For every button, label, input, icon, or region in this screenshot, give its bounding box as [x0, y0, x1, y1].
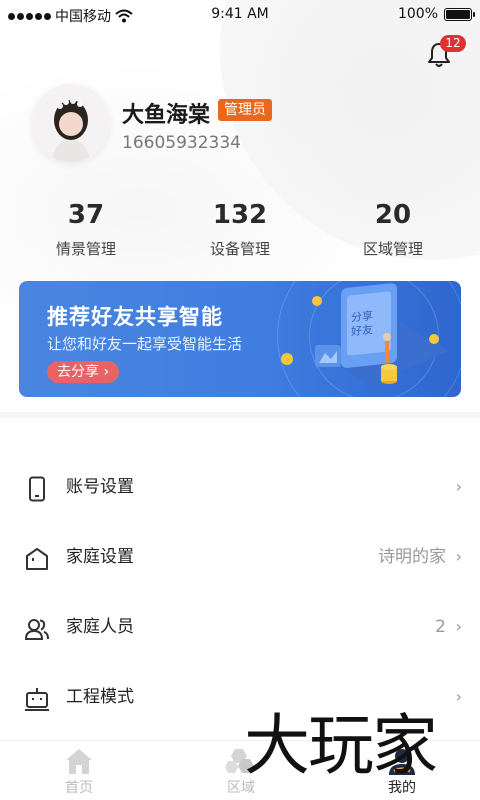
menu-item-home-settings[interactable]: 家庭设置 诗明的家 › — [0, 522, 480, 592]
phone-icon — [29, 476, 45, 502]
role-badge: 管理员 — [218, 99, 272, 121]
share-button-label: 去分享 — [57, 364, 99, 380]
stat-devices[interactable]: 132 设备管理 — [170, 200, 310, 259]
tab-label: 首页 — [65, 780, 93, 796]
stat-label: 设备管理 — [209, 240, 270, 258]
phone-number: 16605932334 — [122, 133, 241, 153]
avatar[interactable] — [32, 84, 110, 162]
stat-value: 37 — [67, 200, 105, 230]
home-icon — [26, 548, 48, 570]
users-icon — [24, 619, 49, 640]
banner-title: 推荐好友共享智能 — [47, 305, 223, 329]
home-tab-icon — [66, 749, 92, 774]
chevron-right-icon: › — [455, 477, 462, 496]
menu-item-value: 诗明的家 — [378, 547, 446, 567]
menu-item-label: 家庭人员 — [66, 617, 134, 637]
status-right: 100% — [397, 6, 475, 22]
settings-menu: 账号设置 › 家庭设置 诗明的家 › 家庭人员 2 › 工程模式 › — [0, 418, 480, 740]
battery-percent: 100% — [397, 6, 438, 22]
chevron-right-icon: › — [103, 364, 110, 380]
menu-item-account-settings[interactable]: 账号设置 › — [0, 452, 480, 522]
svg-text:好友: 好友 — [351, 322, 373, 338]
battery-icon — [444, 7, 475, 21]
robot-icon — [25, 688, 49, 711]
chevron-right-icon: › — [455, 687, 462, 706]
chevron-right-icon: › — [455, 547, 462, 566]
avatar-image — [32, 84, 110, 162]
stat-scenes[interactable]: 37 情景管理 — [16, 200, 156, 259]
stat-areas[interactable]: 20 区域管理 — [323, 200, 463, 259]
watermark: 大玩家 — [244, 707, 438, 784]
stat-value: 132 — [212, 200, 268, 230]
menu-item-label: 工程模式 — [66, 687, 134, 707]
svg-text:分享: 分享 — [351, 308, 373, 324]
menu-item-family-members[interactable]: 家庭人员 2 › — [0, 592, 480, 662]
notification-badge: 12 — [440, 35, 466, 52]
menu-item-label: 账号设置 — [66, 477, 134, 497]
tab-home[interactable]: 首页 — [19, 741, 139, 800]
chevron-right-icon: › — [455, 617, 462, 636]
menu-item-label: 家庭设置 — [66, 547, 134, 567]
username: 大鱼海棠 — [122, 103, 211, 128]
stat-value: 20 — [374, 200, 412, 230]
share-button[interactable]: 去分享 › — [47, 361, 120, 383]
phone-illustration: 分享 好友 — [281, 283, 449, 386]
share-banner[interactable]: 推荐好友共享智能 让您和好友一起享受智能生活 去分享 › 分享 好友 — [19, 281, 461, 397]
stat-label: 情景管理 — [55, 240, 116, 258]
status-bar: 中国移动 9:41 AM 100% — [0, 0, 480, 30]
banner-subtitle: 让您和好友一起享受智能生活 — [47, 335, 243, 353]
stat-label: 区域管理 — [362, 240, 423, 258]
menu-item-value: 2 — [435, 617, 446, 637]
